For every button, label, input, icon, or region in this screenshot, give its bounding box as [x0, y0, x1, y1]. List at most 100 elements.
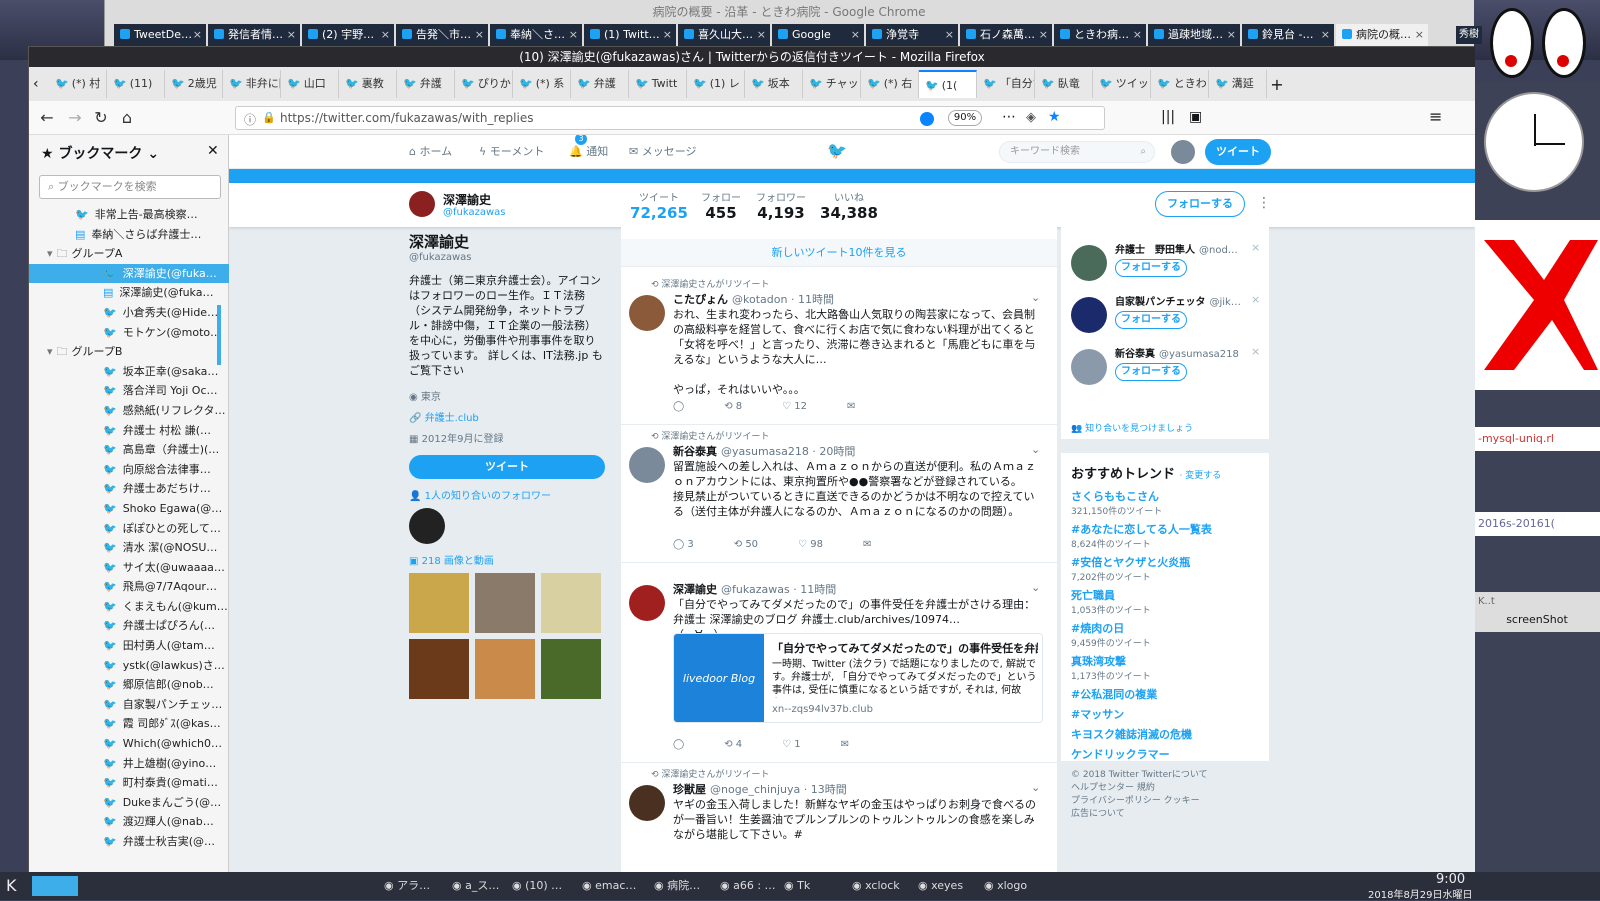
menu-icon[interactable]: ≡ — [1429, 107, 1442, 126]
trend-item[interactable]: #公私混同の複業 — [1071, 686, 1259, 702]
trend-item[interactable]: #あなたに恋してる人一覧表 8,624件のツイート — [1071, 521, 1259, 550]
avatar[interactable] — [629, 295, 665, 331]
close-icon[interactable]: × — [381, 24, 390, 46]
chevron-down-icon[interactable]: ⌄ — [1031, 781, 1040, 794]
bookmark-item[interactable]: 🐦 弁護士ぱぴろん(… — [29, 616, 229, 636]
tweet-handle[interactable]: @kotadon — [732, 293, 787, 306]
chrome-tab[interactable]: 奉納＼さ… × — [490, 24, 582, 46]
new-tab-icon[interactable]: + — [1267, 75, 1287, 94]
like-button[interactable]: ♡ 1 — [782, 739, 801, 750]
bookmark-item[interactable]: 🐦 Shoko Egawa(@… — [29, 499, 229, 519]
firefox-tab[interactable]: 🐦 Twitt — [629, 70, 687, 98]
firefox-tab[interactable]: 🐦 溝延 — [1209, 70, 1267, 98]
tweet-time[interactable]: 11時間 — [800, 583, 836, 596]
taskbar-item[interactable]: ◉ アラ… — [384, 876, 448, 896]
bookmark-item[interactable]: 🐦 高島章（弁護士)(… — [29, 440, 229, 460]
scrollbar[interactable] — [217, 305, 221, 365]
search-icon[interactable]: ⌕ — [1140, 142, 1146, 162]
reload-button[interactable]: ↻ — [91, 108, 111, 128]
chrome-tab[interactable]: 発信者情… × — [208, 24, 300, 46]
tweet-author[interactable]: 新谷泰真 — [673, 445, 717, 458]
tweet[interactable]: ⟲ 深澤諭史さんがリツイート こたぴょん @kotadon · 11時間 ⌄ おれ、生ま… — [621, 273, 1057, 425]
pocket-icon[interactable]: ◈ — [1026, 110, 1036, 125]
reply-button[interactable]: ◯ — [673, 401, 684, 412]
tweet-button[interactable]: ツイート — [1205, 139, 1271, 165]
close-icon[interactable]: × — [1039, 24, 1048, 46]
close-icon[interactable]: × — [663, 24, 672, 46]
taskbar-item[interactable]: ◉ 病院… — [654, 876, 718, 896]
bookmark-item[interactable]: 🐦 感熱紙(リフレクタ… — [29, 401, 229, 421]
tweet-author[interactable]: 珍獣屋 — [673, 783, 706, 796]
suggested-user-name[interactable]: 弁護士 野田隼人 — [1115, 245, 1195, 256]
bookmark-item[interactable]: 🐦 くまえもん(@kum… — [29, 597, 229, 617]
follow-button[interactable]: フォローする — [1115, 259, 1187, 277]
firefox-tab[interactable]: 🐦 臥竜 — [1035, 70, 1093, 98]
nav-notifications[interactable]: 🔔 3 通知 — [569, 135, 608, 169]
media-thumb[interactable] — [475, 639, 535, 699]
nav-messages[interactable]: ✉ メッセージ — [629, 135, 697, 169]
bookmark-item[interactable]: 🐦 自家製パンチェッ… — [29, 695, 229, 715]
follow-button[interactable]: フォローする — [1115, 311, 1187, 329]
bookmark-item[interactable]: 🐦 サイ太(@uwaaaa… — [29, 558, 229, 578]
taskbar-item[interactable]: ◉ xclock — [852, 876, 916, 896]
bookmark-search-input[interactable]: ⌕ ブックマークを検索 — [39, 175, 221, 199]
library-icon[interactable]: ||| — [1161, 109, 1175, 125]
tab-scroll-left-icon[interactable]: ‹ — [33, 76, 49, 92]
new-tweets-bar[interactable]: 新しいツイート10件を見る — [621, 239, 1057, 267]
close-icon[interactable]: × — [1415, 24, 1424, 46]
follow-button[interactable]: フォローする — [1115, 363, 1187, 381]
like-button[interactable]: ♡ 98 — [798, 539, 823, 550]
firefox-tab[interactable]: 🐦 裏教 — [339, 70, 397, 98]
followers-you-know[interactable]: 👤 1人の知り合いのフォロワー — [409, 487, 605, 502]
bookmark-item[interactable]: 🐦 モトケン(@moto… — [29, 323, 229, 343]
profile-stat[interactable]: フォロー 455 — [691, 189, 751, 222]
firefox-tab[interactable]: 🐦 ときわ — [1151, 70, 1209, 98]
chrome-tab[interactable]: 浄覚寺 × — [866, 24, 958, 46]
sidebar-toggle-icon[interactable]: ▣ — [1189, 109, 1202, 125]
chrome-tab[interactable]: (2) 宇野… × — [302, 24, 394, 46]
trend-item[interactable]: #焼肉の日 9,459件のツイート — [1071, 620, 1259, 649]
avatar[interactable] — [1071, 349, 1107, 385]
tweet-handle[interactable]: @yasumasa218 — [721, 445, 809, 458]
firefox-tab[interactable]: 🐦 ぴりか — [455, 70, 513, 98]
reply-button[interactable]: ◯ — [673, 739, 684, 750]
url-bar[interactable]: ⓘ 🔒 https://twitter.com/fukazawas/with_r… — [235, 106, 1105, 130]
bookmark-item[interactable]: 🐦 井上雄樹(@yino… — [29, 754, 229, 774]
profile-handle-small[interactable]: @fukazawas — [443, 207, 506, 218]
chrome-tab[interactable]: Google × — [772, 24, 864, 46]
taskbar-item[interactable]: ◉ a_ス… — [452, 876, 516, 896]
firefox-tab[interactable]: 🐦 ツイッ — [1093, 70, 1151, 98]
avatar[interactable] — [629, 785, 665, 821]
suggested-user-name[interactable]: 新谷泰真 — [1115, 349, 1155, 360]
media-thumb[interactable] — [541, 639, 601, 699]
retweet-button[interactable]: ⟲ 4 — [724, 739, 742, 750]
close-icon[interactable]: × — [193, 24, 202, 46]
pager[interactable] — [32, 876, 78, 896]
tweet-handle[interactable]: @noge_chinjuya — [710, 783, 800, 796]
trends-change-link[interactable]: · 変更する — [1180, 471, 1222, 481]
forward-button[interactable]: → — [65, 108, 85, 128]
suggested-user-name[interactable]: 自家製パンチェッタ — [1115, 297, 1206, 308]
reply-button[interactable]: ◯ 3 — [673, 539, 694, 550]
firefox-tab[interactable]: 🐦非弁に関 — [223, 70, 281, 98]
firefox-tab[interactable]: 🐦 山口 — [281, 70, 339, 98]
avatar[interactable] — [629, 585, 665, 621]
bookmark-item[interactable]: 🐦 渡辺輝人(@nab… — [29, 812, 229, 832]
bookmark-item[interactable]: 🐦 田村勇人(@tam… — [29, 636, 229, 656]
footer-link[interactable]: 広告について — [1071, 808, 1271, 821]
firefox-tab[interactable]: 🐦 (1( — [919, 70, 977, 98]
close-icon[interactable]: × — [757, 24, 766, 46]
chevron-down-icon[interactable]: ⌄ — [1031, 291, 1040, 304]
trend-item[interactable]: #マッサン — [1071, 706, 1259, 722]
profile-name-small[interactable]: 深澤諭史 — [443, 191, 491, 208]
media-thumb[interactable] — [409, 573, 469, 633]
chevron-down-icon[interactable]: ⌄ — [1031, 443, 1040, 456]
avatar[interactable] — [1071, 297, 1107, 333]
tweet[interactable]: ⟲ 深澤諭史さんがリツイート 珍獣屋 @noge_chinjuya · 13時間 ⌄ ヤ… — [621, 763, 1057, 873]
chrome-tab[interactable]: 鈴見台 -… × — [1242, 24, 1334, 46]
bookmark-item[interactable]: 🐦 清水 潔(@NOSU… — [29, 538, 229, 558]
tweet-time[interactable]: 20時間 — [819, 445, 855, 458]
tweet-author[interactable]: 深澤諭史 — [673, 583, 717, 596]
bookmark-item[interactable]: 🐦 向原総合法律事… — [29, 460, 229, 480]
bookmark-item[interactable]: 🐦 坂本正幸(@saka… — [29, 362, 229, 382]
